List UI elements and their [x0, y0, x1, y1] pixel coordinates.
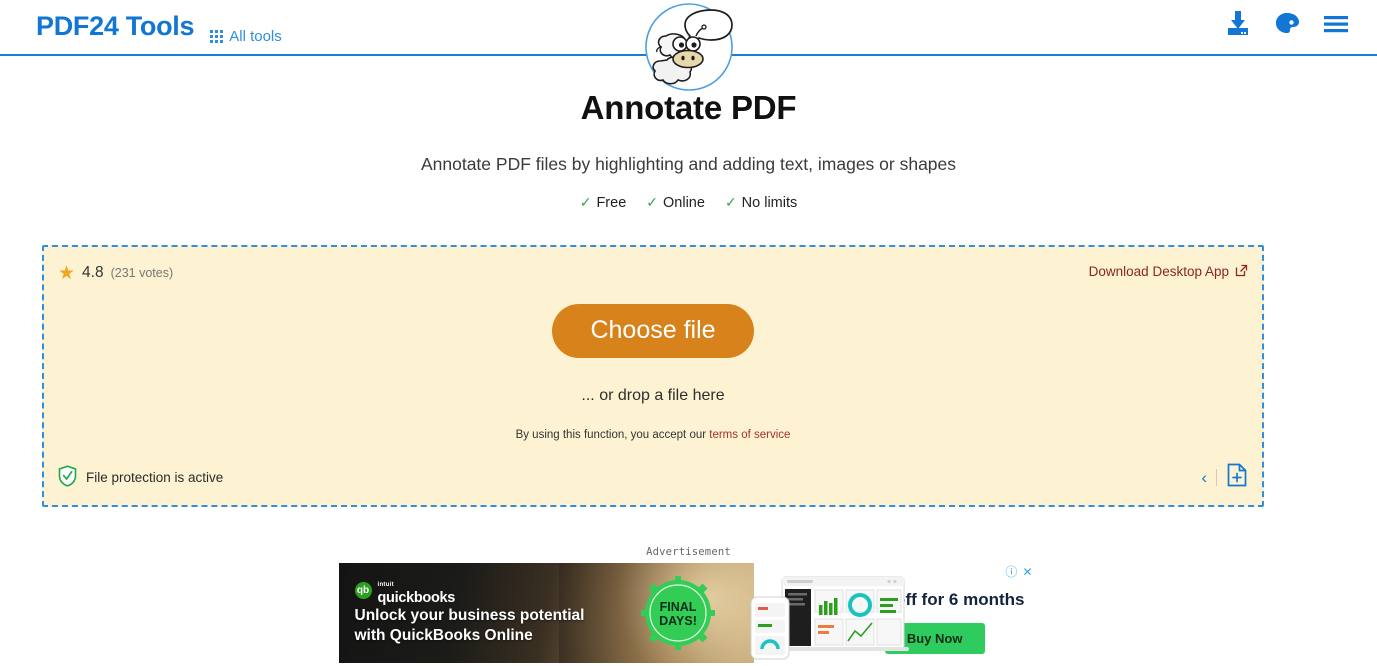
feature-free: ✓ Free [580, 194, 627, 211]
all-tools-label: All tools [229, 28, 282, 45]
dropzone-top-bar: ★ 4.8 (231 votes) Download Desktop App [58, 260, 1248, 284]
shield-check-icon [58, 465, 77, 490]
rating: ★ 4.8 (231 votes) [58, 260, 174, 284]
advertisement-section: Advertisement qb intuit quickbooks Unloc… [0, 546, 1377, 663]
close-icon[interactable]: ✕ [1022, 566, 1032, 578]
feature-online: ✓ Online [646, 194, 705, 211]
check-icon: ✓ [646, 194, 659, 210]
svg-text:FINAL: FINAL [659, 600, 696, 614]
quickbooks-logo: qb intuit quickbooks [354, 574, 456, 606]
star-icon: ★ [58, 263, 76, 284]
palette-icon[interactable] [1272, 8, 1302, 38]
drop-hint-text: ... or drop a file here [581, 387, 725, 405]
rating-value: 4.8 [82, 264, 104, 281]
sheep-mascot-icon [640, 3, 738, 91]
feature-label: Free [596, 194, 627, 211]
rating-votes: (231 votes) [110, 266, 174, 280]
ad-controls: ⓘ ✕ [1005, 566, 1032, 578]
file-dropzone[interactable]: ★ 4.8 (231 votes) Download Desktop App C… [42, 245, 1264, 507]
choose-file-button[interactable]: Choose file [552, 304, 754, 359]
add-document-icon[interactable] [1226, 463, 1248, 492]
quickbooks-mark-icon: qb [354, 581, 372, 599]
dropzone-nav: ‹ [1201, 463, 1248, 492]
header-icon-group [1223, 8, 1351, 38]
advertisement-label: Advertisement [646, 546, 731, 558]
ad-device-illustration [749, 569, 919, 661]
dropzone-center: Choose file ... or drop a file here By u… [44, 304, 1262, 441]
download-icon[interactable] [1223, 8, 1253, 38]
ad-headline: Unlock your business potential with Quic… [355, 606, 585, 646]
svg-text:DAYS!: DAYS! [659, 614, 697, 628]
all-tools-link[interactable]: All tools [210, 28, 282, 45]
final-days-badge: FINAL DAYS! [640, 576, 715, 650]
feature-label: Online [663, 194, 705, 211]
ad-headline-line2: with QuickBooks Online [354, 626, 533, 644]
brand-group: PDF24 Tools All tools [36, 11, 282, 47]
check-icon: ✓ [724, 194, 737, 210]
feature-list: ✓ Free ✓ Online ✓ No limits [0, 194, 1377, 211]
check-icon: ✓ [579, 194, 592, 210]
nav-divider [1216, 469, 1217, 486]
feature-label: No limits [741, 194, 798, 211]
file-protection-label: File protection is active [86, 470, 224, 485]
brand-logo[interactable]: PDF24 Tools [36, 11, 195, 42]
terms-of-service-link[interactable]: terms of service [709, 429, 790, 441]
intuit-label: intuit [377, 582, 394, 588]
page-subtitle: Annotate PDF files by highlighting and a… [420, 154, 957, 174]
quickbooks-ad-banner[interactable]: qb intuit quickbooks Unlock your busines… [338, 563, 1039, 663]
feature-no-limits: ✓ No limits [725, 194, 797, 211]
dropzone-bottom-bar: File protection is active ‹ [58, 463, 1248, 492]
file-protection-status: File protection is active [58, 465, 223, 490]
external-link-icon [1235, 264, 1248, 280]
terms-prefix: By using this function, you accept our [515, 429, 710, 442]
terms-notice: By using this function, you accept our t… [44, 429, 1262, 441]
ad-headline-line1: Unlock your business potential [354, 607, 585, 624]
quickbooks-label: quickbooks [377, 590, 456, 606]
download-desktop-app-label: Download Desktop App [1088, 264, 1229, 279]
grid-icon [210, 30, 224, 43]
adchoices-info-icon[interactable]: ⓘ [1005, 566, 1017, 578]
chevron-left-icon[interactable]: ‹ [1201, 469, 1207, 486]
page-title: Annotate PDF [580, 89, 797, 126]
hamburger-menu-icon[interactable] [1321, 8, 1351, 38]
download-desktop-app-link[interactable]: Download Desktop App [1089, 264, 1248, 280]
site-header: PDF24 Tools All tools [0, 0, 1377, 91]
